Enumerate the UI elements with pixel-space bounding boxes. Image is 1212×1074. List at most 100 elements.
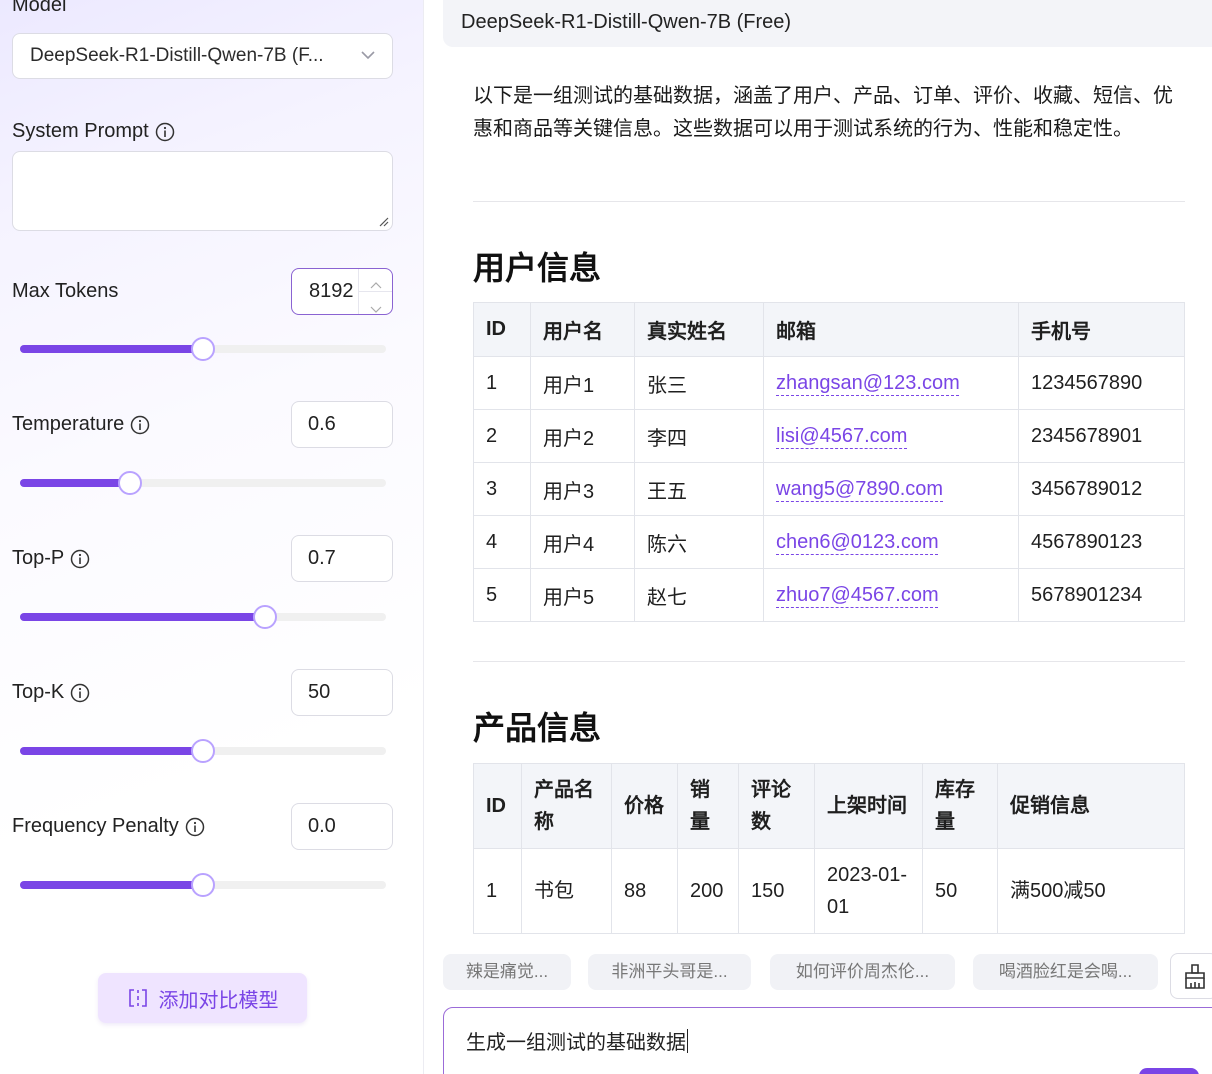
slider-thumb[interactable] bbox=[191, 739, 215, 763]
top-k-input[interactable]: 50 bbox=[291, 669, 393, 716]
slider-thumb[interactable] bbox=[191, 873, 215, 897]
max-tokens-input[interactable]: 8192 bbox=[291, 268, 393, 315]
section-heading-users: 用户信息 bbox=[473, 250, 602, 286]
table-cell: 3 bbox=[473, 462, 531, 516]
email-link[interactable]: wang5@7890.com bbox=[776, 478, 943, 500]
table-cell: 4567890123 bbox=[1018, 515, 1185, 569]
top-p-slider[interactable] bbox=[20, 605, 386, 629]
table-cell: 200 bbox=[677, 848, 739, 934]
suggestion-chip[interactable]: 喝酒脸红是会喝... bbox=[973, 954, 1158, 990]
slider-thumb[interactable] bbox=[253, 605, 278, 629]
table-row: 5 用户5 赵七 zhuo7@4567.com 5678901234 bbox=[473, 568, 1185, 622]
max-tokens-slider[interactable] bbox=[20, 337, 386, 361]
table-cell: zhuo7@4567.com bbox=[763, 568, 1019, 622]
email-link[interactable]: zhangsan@123.com bbox=[776, 372, 960, 394]
number-stepper[interactable] bbox=[358, 269, 392, 314]
table-cell: 用户3 bbox=[530, 462, 635, 516]
system-prompt-label: System Prompt bbox=[12, 120, 175, 143]
column-header: 价格 bbox=[611, 763, 678, 849]
suggestion-chip[interactable]: 非洲平头哥是... bbox=[588, 954, 751, 990]
table-cell: 用户1 bbox=[530, 356, 635, 410]
top-k-slider[interactable] bbox=[20, 739, 386, 763]
intro-paragraph: 以下是一组测试的基础数据，涵盖了用户、产品、订单、评价、收藏、短信、优惠和商品等… bbox=[473, 85, 1173, 140]
settings-sidebar: Model DeepSeek-R1-Distill-Qwen-7B (F... … bbox=[0, 0, 424, 1074]
table-cell: 王五 bbox=[634, 462, 764, 516]
table-cell: 1 bbox=[473, 356, 531, 410]
table-cell: 满500减50 bbox=[997, 848, 1185, 934]
slider-thumb[interactable] bbox=[117, 471, 142, 495]
frequency-penalty-input[interactable]: 0.0 bbox=[291, 803, 393, 850]
frequency-penalty-label: Frequency Penalty bbox=[12, 815, 205, 838]
column-header: ID bbox=[473, 302, 531, 357]
frequency-penalty-slider[interactable] bbox=[20, 873, 386, 897]
info-icon[interactable] bbox=[70, 683, 90, 703]
column-header: 促销信息 bbox=[997, 763, 1185, 849]
stepper-down-icon[interactable] bbox=[359, 291, 392, 313]
table-cell: 1 bbox=[473, 848, 522, 934]
system-prompt-textarea[interactable] bbox=[12, 151, 393, 231]
table-cell: 用户4 bbox=[530, 515, 635, 569]
table-cell: 2023-01-01 bbox=[814, 848, 923, 934]
add-compare-model-button[interactable]: 添加对比模型 bbox=[98, 973, 307, 1023]
clear-chat-button[interactable] bbox=[1170, 953, 1212, 999]
email-link[interactable]: lisi@4567.com bbox=[776, 425, 907, 447]
split-view-icon bbox=[128, 989, 147, 1007]
table-cell: 赵七 bbox=[634, 568, 764, 622]
table-row: 1 书包 88 200 150 2023-01-01 50 满500减50 bbox=[473, 848, 1185, 934]
section-heading-products: 产品信息 bbox=[473, 710, 602, 746]
table-row: 2 用户2 李四 lisi@4567.com 2345678901 bbox=[473, 409, 1185, 463]
table-cell: 3456789012 bbox=[1018, 462, 1185, 516]
temperature-input[interactable]: 0.6 bbox=[291, 401, 393, 448]
info-icon[interactable] bbox=[130, 415, 150, 435]
text-caret bbox=[687, 1029, 688, 1053]
info-icon[interactable] bbox=[185, 817, 205, 837]
email-link[interactable]: zhuo7@4567.com bbox=[776, 584, 939, 606]
table-cell: 4 bbox=[473, 515, 531, 569]
divider bbox=[473, 661, 1185, 662]
table-cell: 李四 bbox=[634, 409, 764, 463]
table-cell: 2 bbox=[473, 409, 531, 463]
top-p-input[interactable]: 0.7 bbox=[291, 535, 393, 582]
resize-grip-icon[interactable] bbox=[377, 215, 389, 227]
column-header: 销量 bbox=[677, 763, 739, 849]
column-header: 上架时间 bbox=[814, 763, 923, 849]
stepper-up-icon[interactable] bbox=[359, 269, 392, 291]
table-cell: 张三 bbox=[634, 356, 764, 410]
top-k-label: Top-K bbox=[12, 681, 90, 704]
assistant-message: 以下是一组测试的基础数据，涵盖了用户、产品、订单、评价、收藏、短信、优惠和商品等… bbox=[473, 0, 1185, 935]
column-header: ID bbox=[473, 763, 522, 849]
broom-icon bbox=[1185, 964, 1205, 989]
chevron-down-icon bbox=[361, 51, 375, 60]
table-cell: zhangsan@123.com bbox=[763, 356, 1019, 410]
table-row: 1 用户1 张三 zhangsan@123.com 1234567890 bbox=[473, 356, 1185, 410]
send-button[interactable] bbox=[1139, 1068, 1199, 1074]
slider-thumb[interactable] bbox=[191, 337, 215, 361]
column-header: 邮箱 bbox=[763, 302, 1019, 357]
table-row: 3 用户3 王五 wang5@7890.com 3456789012 bbox=[473, 462, 1185, 516]
table-cell: 50 bbox=[922, 848, 998, 934]
table-cell: 用户5 bbox=[530, 568, 635, 622]
table-cell: 5 bbox=[473, 568, 531, 622]
table-cell: 2345678901 bbox=[1018, 409, 1185, 463]
table-cell: 88 bbox=[611, 848, 678, 934]
column-header: 产品名称 bbox=[521, 763, 612, 849]
suggestion-chip[interactable]: 辣是痛觉... bbox=[443, 954, 571, 990]
divider bbox=[473, 201, 1185, 202]
table-header-row: ID 用户名 真实姓名 邮箱 手机号 bbox=[473, 302, 1185, 357]
model-select[interactable]: DeepSeek-R1-Distill-Qwen-7B (F... bbox=[12, 33, 393, 79]
table-cell: 用户2 bbox=[530, 409, 635, 463]
email-link[interactable]: chen6@0123.com bbox=[776, 531, 939, 553]
info-icon[interactable] bbox=[70, 549, 90, 569]
column-header: 手机号 bbox=[1018, 302, 1185, 357]
table-header-row: ID 产品名称 价格 销量 评论数 上架时间 库存量 促销信息 bbox=[473, 763, 1185, 849]
temperature-label: Temperature bbox=[12, 413, 150, 436]
suggestion-chip[interactable]: 如何评价周杰伦... bbox=[770, 954, 955, 990]
table-cell: 陈六 bbox=[634, 515, 764, 569]
message-input[interactable]: 生成一组测试的基础数据 bbox=[443, 1007, 1212, 1074]
table-row: 4 用户4 陈六 chen6@0123.com 4567890123 bbox=[473, 515, 1185, 569]
info-icon[interactable] bbox=[155, 122, 175, 142]
temperature-slider[interactable] bbox=[20, 471, 386, 495]
top-p-label: Top-P bbox=[12, 547, 90, 570]
table-cell: wang5@7890.com bbox=[763, 462, 1019, 516]
column-header: 用户名 bbox=[530, 302, 635, 357]
